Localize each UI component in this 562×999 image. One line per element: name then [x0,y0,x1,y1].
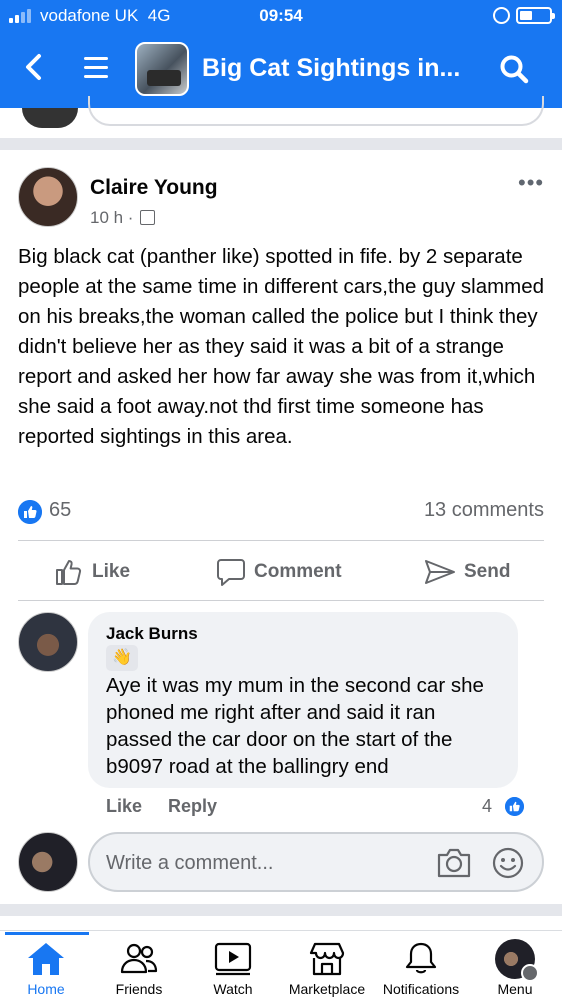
nav-friends[interactable]: Friends [92,931,186,999]
friends-icon [120,943,158,974]
nav-home-label: Home [27,981,65,997]
comment-like-reaction-icon[interactable] [503,795,526,818]
comment-input[interactable] [106,848,426,878]
group-title[interactable]: Big Cat Sightings in... [202,54,460,83]
like-reaction-icon[interactable] [18,500,42,524]
commenter-name[interactable]: Jack Burns [106,624,198,644]
status-bar: vodafone UK 4G 09:54 [0,0,562,32]
bottom-navigation: Home Friends Watch Marketplace Notificat… [0,930,562,999]
section-divider [0,138,562,150]
active-tab-indicator [5,932,89,935]
hamburger-icon[interactable] [84,57,108,79]
divider [18,600,544,601]
like-button-label: Like [92,561,131,582]
nav-home[interactable]: Home [0,931,92,999]
post-comment-count[interactable]: 13 comments [424,499,544,522]
nav-watch[interactable]: Watch [186,931,280,999]
nav-marketplace[interactable]: Marketplace [280,931,374,999]
nav-notifications-label: Notifications [382,981,460,997]
group-cover-thumbnail[interactable] [135,42,189,96]
post-meta: 10 h · [90,208,156,228]
comment-reply-link[interactable]: Reply [168,796,217,817]
post-author-avatar[interactable] [18,167,78,227]
chevron-left-icon[interactable] [22,52,46,82]
battery-icon [516,7,555,24]
wave-badge-icon: 👋 [106,645,138,671]
marketplace-shop-icon [309,942,345,976]
menu-badge-icon [521,964,539,982]
previous-comment-box[interactable] [88,96,544,126]
watch-video-icon [214,942,252,976]
post-like-count[interactable]: 65 [49,499,71,522]
previous-post-avatar [22,108,78,128]
section-divider [0,904,562,916]
comment-button-label: Comment [254,561,342,582]
bell-icon [405,942,437,974]
home-icon [28,943,64,975]
post-author-name[interactable]: Claire Young [90,176,218,200]
nav-watch-label: Watch [213,981,253,997]
nav-friends-label: Friends [115,981,163,997]
like-button[interactable]: Like [54,556,130,588]
send-button-label: Send [464,561,511,582]
emoji-icon[interactable] [492,847,524,879]
group-audience-icon [140,210,156,225]
nav-menu-label: Menu [497,981,533,997]
current-user-avatar [18,832,78,892]
comment-button[interactable]: Comment [216,556,342,588]
divider [18,540,544,541]
camera-icon[interactable] [436,847,472,879]
nav-menu[interactable]: Menu [468,931,562,999]
nav-notifications[interactable]: Notifications [374,931,468,999]
comment-like-link[interactable]: Like [106,796,142,817]
thumbs-up-icon [56,560,82,585]
send-button[interactable]: Send [424,556,510,588]
rotation-lock-icon [493,7,510,24]
clock: 09:54 [259,6,303,25]
comment-bubble[interactable]: Jack Burns 👋 Aye it was my mum in the se… [88,612,518,788]
profile-menu-avatar [495,939,539,982]
comment-like-count[interactable]: 4 [482,796,492,817]
nav-marketplace-label: Marketplace [288,981,366,997]
search-icon[interactable] [499,54,529,84]
post-body: Big black cat (panther like) spotted in … [18,245,545,448]
commenter-avatar[interactable] [18,612,78,672]
app-header: vodafone UK 4G 09:54 Big Cat Sightings i… [0,0,562,108]
send-icon [425,560,455,584]
comment-bubble-icon [217,559,245,586]
more-options-icon[interactable]: ••• [518,170,544,196]
comment-composer[interactable] [88,832,544,892]
comment-text: Aye it was my mum in the second car she … [106,674,484,778]
post-timestamp[interactable]: 10 h · [90,208,133,227]
